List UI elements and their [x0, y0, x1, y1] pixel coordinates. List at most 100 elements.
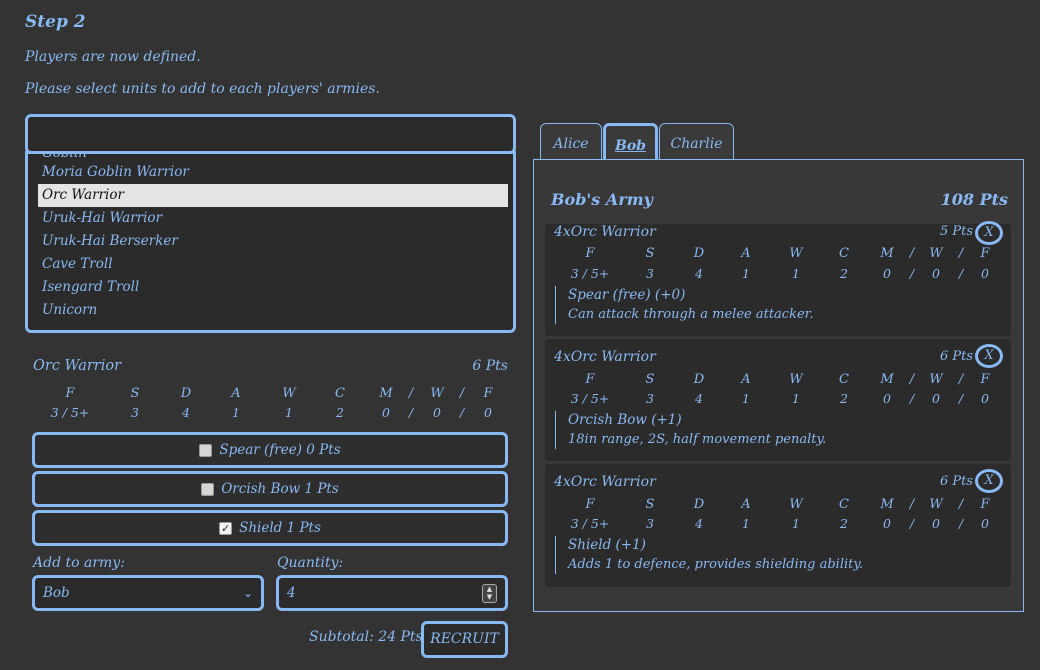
quantity-stepper[interactable]: ▲ ▼	[482, 584, 497, 603]
entry-option-description: 18in range, 2S, half movement penalty.	[568, 432, 827, 447]
quantity-label: Quantity:	[277, 555, 344, 571]
stat-value: 0	[484, 405, 492, 420]
stat-value: 0	[981, 266, 989, 281]
stat-header: A	[741, 497, 751, 512]
stat-header: D	[693, 372, 705, 387]
checkbox-shield[interactable]: ✓	[219, 521, 233, 535]
unit-list-item[interactable]: Unicorn	[38, 299, 508, 322]
entry-option-name: Shield (+1)	[568, 537, 646, 553]
army-select-value: Bob	[43, 585, 70, 601]
stat-value: 1	[742, 516, 750, 531]
army-select[interactable]: Bob ⌄	[32, 575, 264, 611]
unit-list-item[interactable]: Cave Troll	[38, 253, 508, 276]
stat-value: 2	[840, 266, 848, 281]
entry-name: 4xOrc Warrior	[554, 474, 656, 490]
stat-value: 1	[742, 266, 750, 281]
stat-header: F	[65, 386, 75, 401]
entry-option: Spear (free) (+0) Can attack through a m…	[555, 286, 814, 324]
army-entry: 4xOrc Warrior 6 Pts X F S D A W C M / W / F 3 / 5+ 3…	[545, 339, 1011, 461]
quantity-input[interactable]: 4 ▲ ▼	[276, 575, 508, 611]
stat-header: A	[741, 246, 751, 261]
stat-value: 3	[646, 391, 654, 406]
option-shield[interactable]: ✓ Shield 1 Pts	[32, 510, 508, 546]
stat-header: C	[335, 386, 345, 401]
stat-header: F	[980, 497, 990, 512]
unit-list-item[interactable]: Moria Goblin Warrior	[38, 161, 508, 184]
army-points: 108 Pts	[940, 190, 1008, 209]
option-orcish-bow[interactable]: Orcish Bow 1 Pts	[32, 471, 508, 507]
stat-value: 4	[695, 516, 703, 531]
stat-value: 1	[792, 516, 800, 531]
stat-value: 2	[840, 516, 848, 531]
stat-value: 2	[336, 405, 344, 420]
selected-unit-points: 6 Pts	[472, 358, 508, 374]
stat-value: 4	[695, 266, 703, 281]
checkbox-orcish-bow[interactable]	[201, 482, 215, 496]
entry-option-name: Orcish Bow (+1)	[568, 412, 682, 428]
stat-header: S	[130, 386, 140, 401]
army-title: Bob's Army	[551, 190, 653, 209]
unit-list[interactable]: Goblin Moria Goblin Warrior Orc Warrior …	[25, 151, 516, 333]
add-to-army-label: Add to army:	[33, 555, 125, 571]
unit-list-item[interactable]: Uruk-Hai Berserker	[38, 230, 508, 253]
army-entry: 4xOrc Warrior 5 Pts X F S D A W C M / W / F 3 / 5+ 3…	[545, 221, 1011, 336]
tab-charlie[interactable]: Charlie	[659, 123, 734, 160]
stat-value: 0	[981, 391, 989, 406]
option-label: Orcish Bow 1 Pts	[221, 481, 339, 497]
stat-header: D	[180, 386, 192, 401]
tab-bob[interactable]: Bob	[603, 123, 658, 160]
option-label: Spear (free) 0 Pts	[219, 442, 341, 458]
option-spear[interactable]: Spear (free) 0 Pts	[32, 432, 508, 468]
checkbox-spear[interactable]	[199, 443, 213, 457]
stat-value: 1	[792, 391, 800, 406]
tab-alice[interactable]: Alice	[540, 123, 602, 160]
remove-entry-button[interactable]: X	[975, 344, 1003, 368]
stat-header: A	[231, 386, 241, 401]
intro-text: Players are now defined.	[25, 49, 201, 65]
unit-list-item-selected[interactable]: Orc Warrior	[38, 184, 508, 207]
stat-header: F	[483, 386, 493, 401]
quantity-value: 4	[287, 585, 296, 601]
stat-value: 3	[131, 405, 139, 420]
option-label: Shield 1 Pts	[239, 520, 321, 536]
step-title: Step 2	[25, 12, 86, 32]
subtotal: Subtotal: 24 Pts	[309, 629, 423, 645]
unit-list-item[interactable]: Isengard Troll	[38, 276, 508, 299]
entry-option-description: Can attack through a melee attacker.	[568, 307, 814, 322]
stat-value: 0	[981, 516, 989, 531]
entry-points: 6 Pts	[939, 349, 973, 364]
stat-value: 1	[742, 391, 750, 406]
stat-value: 3 / 5+	[570, 391, 610, 406]
entry-option-description: Adds 1 to defence, provides shielding ab…	[568, 557, 864, 572]
stat-value: 1	[792, 266, 800, 281]
stat-header: D	[693, 497, 705, 512]
army-entry: 4xOrc Warrior 6 Pts X F S D A W C M / W / F 3 / 5+ 3…	[545, 464, 1011, 587]
stat-header: S	[645, 246, 655, 261]
entry-option-name: Spear (free) (+0)	[568, 287, 686, 303]
recruit-button[interactable]: RECRUIT	[421, 621, 508, 658]
selected-unit-name: Orc Warrior	[33, 358, 121, 374]
unit-list-item[interactable]: Uruk-Hai Warrior	[38, 207, 508, 230]
stat-value: 4	[182, 405, 190, 420]
stat-value: 3 / 5+	[50, 405, 90, 420]
entry-name: 4xOrc Warrior	[554, 224, 656, 240]
stat-header: D	[693, 246, 705, 261]
stat-header: W	[282, 386, 296, 401]
stat-header: S	[645, 497, 655, 512]
unit-search-input[interactable]	[25, 114, 516, 154]
stat-value: 1	[232, 405, 240, 420]
stat-header: F	[980, 246, 990, 261]
chevron-down-icon: ⌄	[242, 586, 253, 600]
stat-value: 3	[646, 266, 654, 281]
stat-value: 2	[840, 391, 848, 406]
stat-header: F	[585, 497, 595, 512]
stat-header: W	[789, 372, 803, 387]
stat-header: W	[789, 497, 803, 512]
remove-entry-button[interactable]: X	[975, 221, 1003, 245]
stat-header: W	[789, 246, 803, 261]
remove-entry-button[interactable]: X	[975, 469, 1003, 493]
entry-option: Shield (+1) Adds 1 to defence, provides …	[555, 536, 863, 574]
stat-header: F	[980, 372, 990, 387]
stat-value: 1	[285, 405, 293, 420]
stat-value: 3 / 5+	[570, 266, 610, 281]
